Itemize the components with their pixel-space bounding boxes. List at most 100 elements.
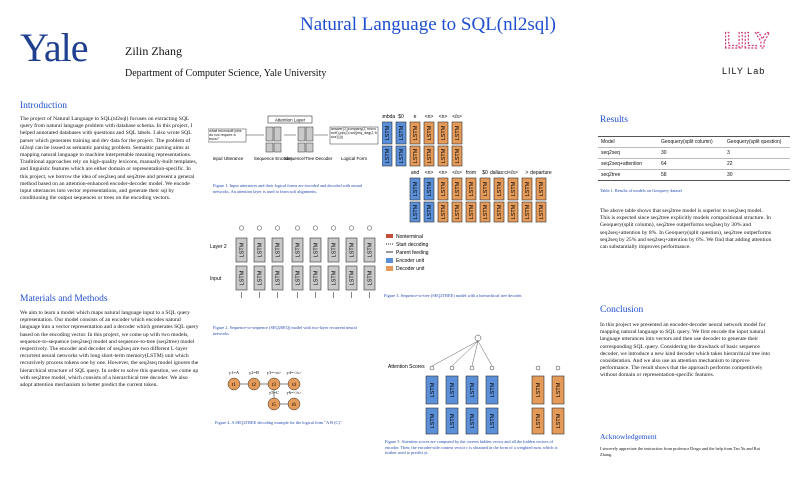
svg-text:LSTM: LSTM [441, 181, 447, 196]
author-name: Zilin Zhang [125, 44, 182, 58]
figure-2-diagram: Layer 2 Input LSTM LSTM LSTM LSTM LSTM LSTM LS… [210, 225, 376, 298]
svg-text:LSTM: LSTM [441, 148, 447, 163]
svg-text:LSTM: LSTM [483, 204, 489, 219]
table-caption: Table 1. Results of models on Geoquery d… [600, 188, 683, 193]
lstm-cell: LSTM [535, 177, 547, 201]
svg-text:LSTM: LSTM [258, 242, 264, 257]
svg-text:Parent feeding: Parent feeding [396, 250, 429, 256]
output-token: $0 [398, 114, 404, 120]
svg-text:LSTM: LSTM [385, 148, 391, 163]
figure-1-diagram: Attention Layer what microsoft jobs do n… [208, 115, 379, 161]
lstm-cell: LSTM [409, 177, 421, 201]
svg-text:LSTM: LSTM [332, 242, 338, 257]
svg-text:t1: t1 [232, 383, 236, 388]
figure-5-caption: Figure 5. Attention scores are computed … [385, 439, 558, 455]
svg-text:LSTM: LSTM [296, 270, 302, 285]
lstm-cell: LSTM [485, 407, 499, 435]
output-token: y3=<n> [267, 370, 282, 375]
svg-text:LSTM: LSTM [332, 270, 338, 285]
output-token: <n> [439, 114, 448, 120]
svg-text:LSTM: LSTM [276, 242, 282, 257]
svg-text:LSTM: LSTM [455, 181, 461, 196]
poster-title: Natural Language to SQL(nl2sql) [300, 14, 556, 35]
svg-text:LSTM: LSTM [490, 382, 496, 397]
lstm-cell: LSTM [425, 375, 439, 405]
figure-2-caption: Figure 2. Sequence-to-sequence (SEQ2SEQ)… [213, 325, 357, 336]
svg-text:LSTM: LSTM [427, 125, 433, 140]
table-cell: 58 [658, 169, 724, 181]
svg-text:LSTM: LSTM [427, 148, 433, 163]
acknowledgement-text: I sincerely appreciate the instruction f… [600, 446, 760, 457]
lstm-cell: LSTM [479, 201, 491, 223]
svg-text:Attention Scores: Attention Scores [388, 364, 425, 370]
tree-node: t2 [247, 377, 261, 391]
svg-text:LSTM: LSTM [511, 204, 517, 219]
svg-text:LSTM: LSTM [536, 413, 542, 428]
lstm-cell: LSTM [253, 237, 266, 263]
svg-text:LSTM: LSTM [483, 181, 489, 196]
svg-text:t5: t5 [272, 403, 276, 408]
svg-text:t2: t2 [252, 383, 256, 388]
table-cell: 30 [658, 147, 724, 159]
lstm-cell: LSTM [363, 237, 376, 263]
lstm-cell: LSTM [363, 265, 376, 291]
lstm-cell: LSTM [451, 201, 463, 223]
output-token: from [466, 170, 476, 176]
output-token: <n> [439, 170, 448, 176]
svg-text:LSTM: LSTM [350, 270, 356, 285]
lstm-cell: LSTM [451, 121, 463, 145]
svg-text:LSTM: LSTM [368, 270, 374, 285]
table-header-cell: Geoquery(split column) [658, 136, 724, 148]
conclusion-heading: Conclusion [600, 305, 644, 315]
svg-text:LSTM: LSTM [413, 148, 419, 163]
output-node [313, 225, 318, 231]
svg-text:LSTM: LSTM [556, 382, 562, 397]
acknowledgement-heading: Acknowledgement [600, 432, 657, 441]
lab-name: LILY Lab [722, 66, 766, 76]
svg-text:Attention Layer: Attention Layer [275, 118, 306, 123]
svg-text:LSTM: LSTM [413, 181, 419, 196]
lstm-cell: LSTM [535, 201, 547, 223]
output-token: </s> [508, 170, 518, 176]
lstm-cell: LSTM [309, 265, 322, 291]
lstm-cell: LSTM [423, 121, 435, 145]
introduction-heading: Introduction [20, 101, 67, 111]
svg-text:LSTM: LSTM [525, 204, 531, 219]
materials-text: We aim to learn a model which maps natur… [20, 310, 199, 389]
results-text: The above table shows that seq2tree mode… [600, 208, 772, 251]
svg-text:LSTM: LSTM [455, 125, 461, 140]
output-token: y4=</s> [286, 370, 302, 375]
lstm-cell: LSTM [423, 201, 435, 223]
lstm-cell: LSTM [395, 121, 407, 145]
context-node [474, 334, 482, 342]
lstm-cell: LSTM [271, 265, 284, 291]
department: Department of Computer Science, Yale Uni… [125, 68, 327, 79]
svg-text:LSTM: LSTM [556, 413, 562, 428]
lstm-cell: LSTM [451, 177, 463, 201]
svg-text:LSTM: LSTM [427, 204, 433, 219]
figure-5-diagram: Attention Scores LSTM LSTM LSTM LSTM LSTM LST… [388, 334, 565, 435]
output-token: and [411, 170, 420, 176]
lstm-cell: LSTM [493, 177, 505, 201]
lstm-cell: LSTM [425, 407, 439, 435]
figure-4-diagram: t1y1=At2y2=Bt3y3=<n>t4y4=</s>t5y5=Ct6y6=… [227, 370, 302, 411]
tree-node: t3 [267, 377, 281, 391]
svg-text:Start decoding: Start decoding [396, 242, 428, 248]
lstm-cell: LSTM [327, 265, 340, 291]
output-token: lambda [382, 114, 395, 120]
output-token: <n> [425, 114, 434, 120]
svg-text:LSTM: LSTM [441, 125, 447, 140]
tree-node: t4 [287, 377, 301, 391]
attention-node [535, 365, 541, 371]
lstm-cell: LSTM [485, 375, 499, 405]
output-token: > [526, 170, 529, 176]
svg-text:Sequence/Tree Decoder: Sequence/Tree Decoder [284, 156, 333, 161]
lstm-cell: LSTM [437, 201, 449, 223]
svg-text:Input Utterance: Input Utterance [213, 156, 244, 161]
svg-text:LSTM: LSTM [413, 204, 419, 219]
lstm-cell: LSTM [235, 265, 248, 291]
svg-text:LSTM: LSTM [240, 242, 246, 257]
svg-text:LILY: LILY [724, 28, 770, 53]
output-token: </s> [452, 114, 462, 120]
svg-text:Decoder unit: Decoder unit [396, 266, 425, 272]
